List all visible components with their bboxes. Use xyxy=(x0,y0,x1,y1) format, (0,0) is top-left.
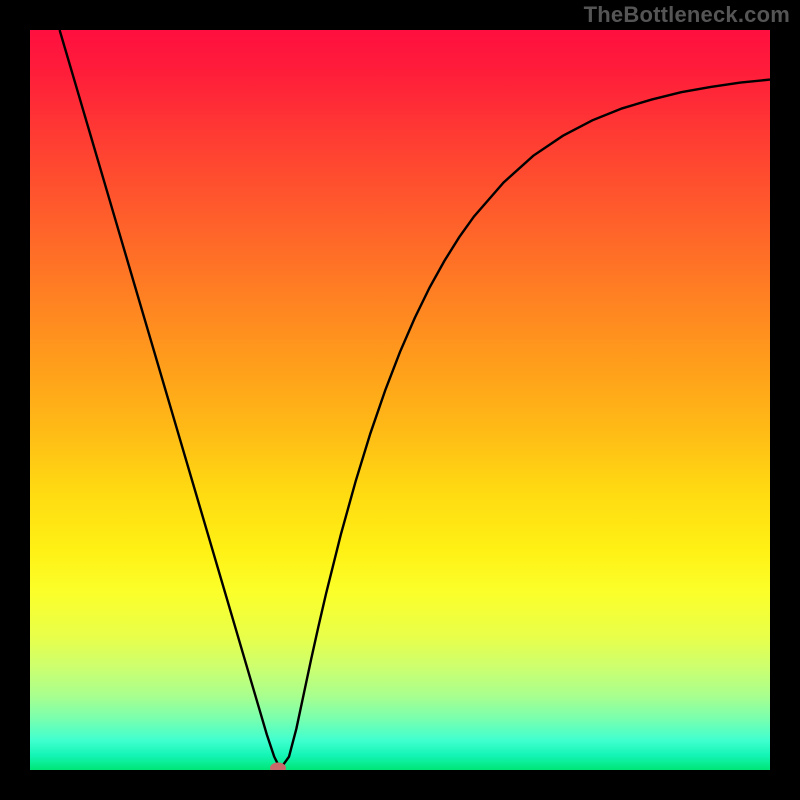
curve-svg xyxy=(30,30,770,770)
minimum-marker xyxy=(270,762,286,770)
chart-frame: TheBottleneck.com xyxy=(0,0,800,800)
bottleneck-curve xyxy=(60,30,770,767)
plot-area xyxy=(30,30,770,770)
watermark-text: TheBottleneck.com xyxy=(584,2,790,28)
